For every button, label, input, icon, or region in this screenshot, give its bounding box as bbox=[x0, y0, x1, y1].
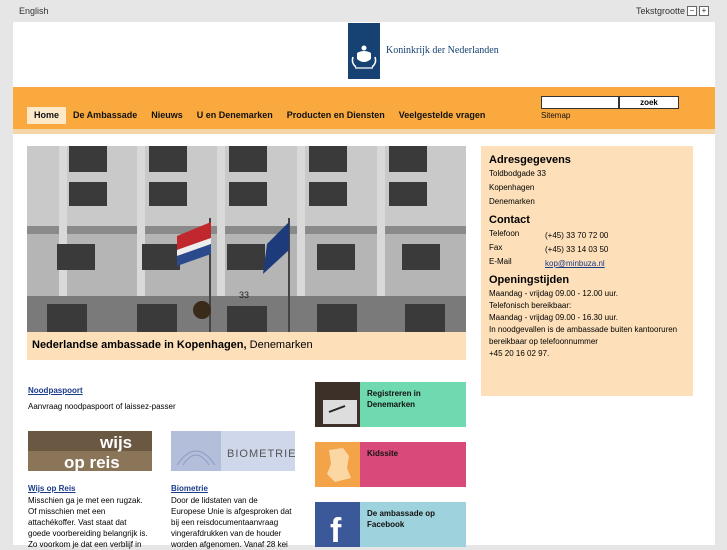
email-label: E-Mail bbox=[489, 257, 512, 266]
email-link[interactable]: kop@minbuza.nl bbox=[545, 259, 605, 268]
hours-line: +45 20 16 02 97. bbox=[489, 349, 550, 358]
contact-info-panel: Adresgegevens Toldbodgade 33 Kopenhagen … bbox=[481, 146, 693, 396]
hours-line: bereikbaar op telefoonnummer bbox=[489, 337, 598, 346]
embassy-building-image: 33 bbox=[27, 146, 466, 332]
nav-u-en-denemarken[interactable]: U en Denemarken bbox=[190, 107, 280, 124]
nav-underline bbox=[13, 129, 715, 134]
page-container: Koninkrijk der Nederlanden Home De Ambas… bbox=[13, 22, 715, 549]
nav-nieuws[interactable]: Nieuws bbox=[144, 107, 190, 124]
tile-registreren[interactable]: Registreren in Denemarken bbox=[315, 382, 466, 427]
tile-facebook-label: De ambassade op Facebook bbox=[367, 509, 436, 529]
text-smaller-button[interactable]: − bbox=[687, 6, 697, 16]
hero-caption-main: Nederlandse ambassade in Kopenhagen, bbox=[32, 339, 247, 351]
wijs-op-reis-link[interactable]: Wijs op Reis bbox=[28, 484, 76, 493]
nav-producten-en-diensten[interactable]: Producten en Diensten bbox=[280, 107, 392, 124]
text-size-control: Tekstgrootte − + bbox=[636, 6, 709, 16]
signing-photo bbox=[315, 382, 360, 427]
address-line-city: Kopenhagen bbox=[489, 183, 535, 192]
hours-line: Maandag - vrijdag 09.00 - 16.30 uur. bbox=[489, 313, 618, 322]
tile-kidssite-label: Kidssite bbox=[367, 449, 399, 458]
biometrie-text: Door de lidstaten van de Europese Unie is… bbox=[171, 496, 292, 549]
address-line-country: Denemarken bbox=[489, 197, 535, 206]
netherlands-map-icon bbox=[315, 442, 360, 487]
address-heading: Adresgegevens bbox=[489, 154, 571, 166]
hours-line: Maandag - vrijdag 09.00 - 12.00 uur. bbox=[489, 289, 618, 298]
search-button[interactable]: zoek bbox=[619, 96, 679, 109]
nav-de-ambassade[interactable]: De Ambassade bbox=[66, 107, 144, 124]
nav-veelgestelde-vragen[interactable]: Veelgestelde vragen bbox=[392, 107, 493, 124]
nav-home[interactable]: Home bbox=[27, 107, 67, 124]
svg-text:f: f bbox=[330, 512, 342, 547]
phone-value: (+45) 33 70 72 00 bbox=[545, 231, 609, 240]
noodpaspoort-link[interactable]: Noodpaspoort bbox=[28, 386, 83, 395]
org-name: Koninkrijk der Nederlanden bbox=[386, 45, 499, 56]
search-input[interactable] bbox=[541, 96, 619, 109]
fax-value: (+45) 33 14 03 50 bbox=[545, 245, 609, 254]
main-navigation: Home De Ambassade Nieuws U en Denemarken… bbox=[13, 87, 715, 129]
coat-of-arms-logo[interactable] bbox=[348, 23, 380, 79]
biometrie-thumbnail[interactable]: BIOMETRIE bbox=[171, 431, 295, 471]
svg-text:op reis: op reis bbox=[64, 453, 120, 471]
hero-caption-country: Denemarken bbox=[246, 339, 313, 351]
hours-line: Telefonisch bereikbaar: bbox=[489, 301, 572, 310]
text-size-label: Tekstgrootte bbox=[635, 6, 685, 16]
hours-heading: Openingstijden bbox=[489, 274, 570, 286]
tile-facebook[interactable]: f De ambassade op Facebook bbox=[315, 502, 466, 547]
tile-kidssite[interactable]: Kidssite bbox=[315, 442, 466, 487]
svg-text:BIOMETRIE: BIOMETRIE bbox=[227, 448, 295, 460]
hours-line: In noodgevallen is de ambassade buiten k… bbox=[489, 325, 678, 334]
language-link[interactable]: English bbox=[19, 6, 49, 16]
embassy-photo: 33 bbox=[27, 146, 466, 332]
wijs-op-reis-thumbnail[interactable]: wijs op reis bbox=[28, 431, 152, 471]
sitemap-link[interactable]: Sitemap bbox=[541, 111, 570, 120]
tile-registreren-label: Registreren in Denemarken bbox=[367, 389, 421, 409]
hero-caption: Nederlandse ambassade in Kopenhagen, Den… bbox=[27, 332, 466, 360]
facebook-icon: f bbox=[315, 502, 360, 547]
phone-label: Telefoon bbox=[489, 229, 520, 238]
coat-of-arms-icon bbox=[351, 45, 377, 69]
contact-heading: Contact bbox=[489, 214, 530, 226]
top-utility-bar: English Tekstgrootte − + bbox=[0, 0, 727, 22]
fax-label: Fax bbox=[489, 243, 503, 252]
house-number: 33 bbox=[239, 290, 249, 300]
address-line-street: Toldbodgade 33 bbox=[489, 169, 546, 178]
wijs-op-reis-text: Misschien ga je met een rugzak. Of missch… bbox=[28, 496, 148, 549]
noodpaspoort-text: Aanvraag noodpaspoort of laissez-passer bbox=[28, 402, 176, 411]
biometrie-link[interactable]: Biometrie bbox=[171, 484, 208, 493]
svg-text:wijs: wijs bbox=[99, 433, 132, 452]
text-larger-button[interactable]: + bbox=[699, 6, 709, 16]
